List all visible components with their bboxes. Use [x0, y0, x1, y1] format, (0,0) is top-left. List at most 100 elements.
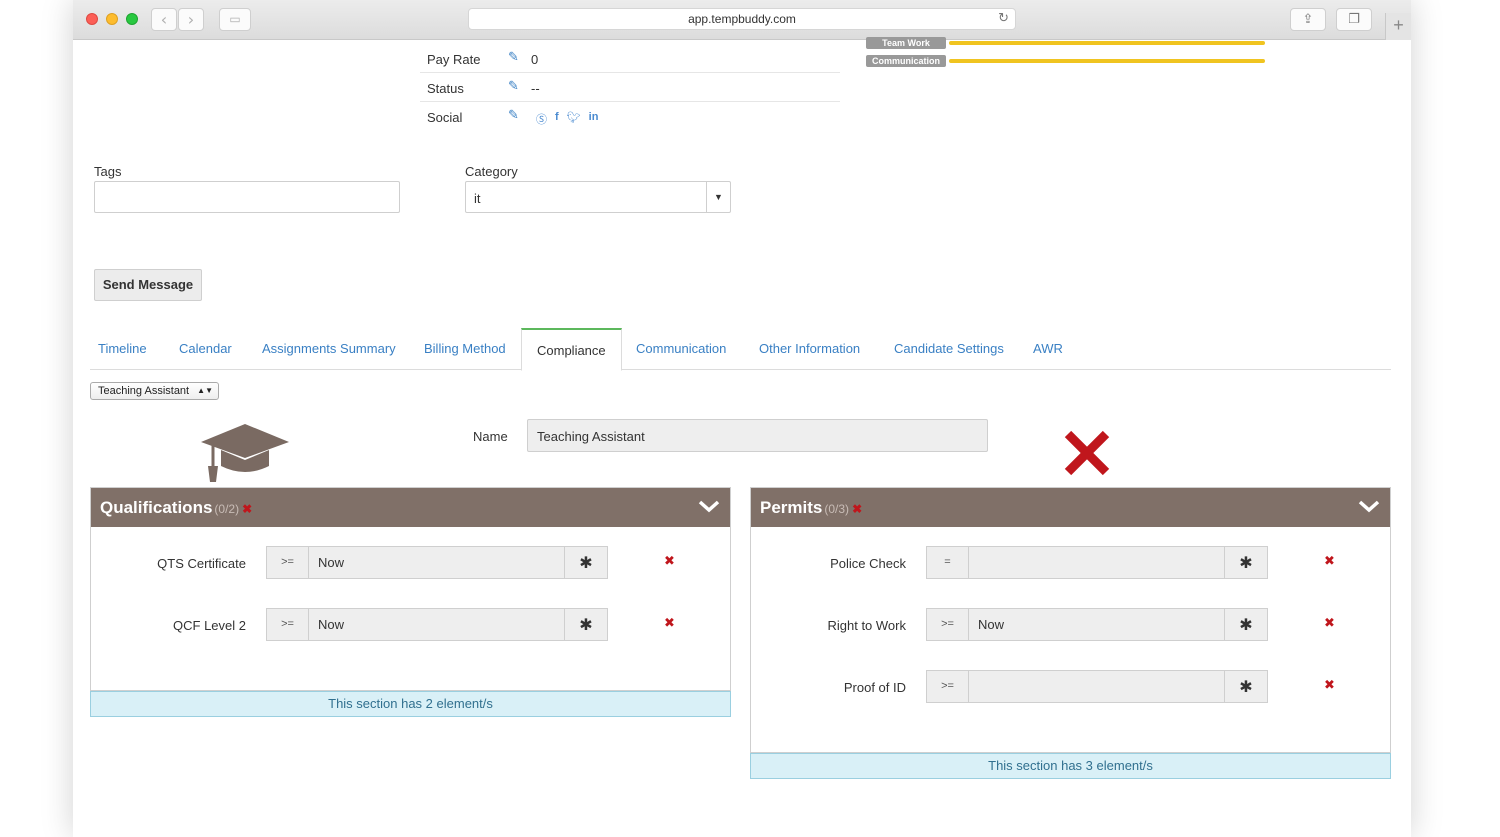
minimize-window-button[interactable] — [106, 13, 118, 25]
info-row-status: Status ✎ -- — [420, 73, 840, 102]
sidebar-toggle-icon[interactable]: ▭ — [219, 8, 251, 31]
tab-assignments-summary[interactable]: Assignments Summary — [254, 328, 404, 370]
maximize-window-button[interactable] — [126, 13, 138, 25]
info-value: 0 — [531, 52, 539, 67]
tabs-overview-icon[interactable]: ❐ — [1336, 8, 1372, 31]
requirement-row: Police Check = ✱ ✖ — [751, 546, 1390, 580]
chevron-down-icon[interactable] — [1358, 497, 1380, 515]
panel-count: (0/2) — [214, 502, 240, 516]
operator-select[interactable]: >= — [926, 608, 969, 641]
skill-bar — [949, 41, 1265, 45]
delete-icon[interactable]: ✖ — [664, 616, 675, 631]
forward-icon[interactable]: › — [178, 8, 204, 31]
tab-candidate-settings[interactable]: Candidate Settings — [886, 328, 1012, 370]
permits-panel: Permits (0/3) ✖ Police Check = ✱ ✖ Right t… — [750, 487, 1391, 779]
delete-icon[interactable]: ✖ — [1324, 678, 1335, 693]
asterisk-icon[interactable]: ✱ — [1224, 546, 1268, 579]
info-row-social: Social ✎ Ⓢ f 🐦︎ in — [420, 102, 840, 131]
skill-label: Team Work — [866, 37, 946, 49]
qualifications-panel: Qualifications (0/2) ✖ QTS Certificate >= … — [90, 487, 731, 717]
requirement-row: Proof of ID >= ✱ ✖ — [751, 670, 1390, 704]
asterisk-icon[interactable]: ✱ — [564, 608, 608, 641]
requirement-label: QTS Certificate — [157, 556, 246, 571]
caret-down-icon[interactable]: ▼ — [706, 182, 730, 212]
close-window-button[interactable] — [86, 13, 98, 25]
date-input[interactable]: Now — [308, 546, 565, 579]
asterisk-icon[interactable]: ✱ — [1224, 670, 1268, 703]
share-icon[interactable]: ⇪ — [1290, 8, 1326, 31]
panel-title: Qualifications (0/2) ✖ — [100, 498, 252, 518]
requirement-label: Proof of ID — [843, 680, 906, 695]
tab-timeline[interactable]: Timeline — [90, 328, 155, 370]
panel-header[interactable]: Qualifications (0/2) ✖ — [91, 488, 730, 527]
requirement-row: Right to Work >= Now ✱ ✖ — [751, 608, 1390, 642]
panel-title: Permits (0/3) ✖ — [760, 498, 862, 518]
operator-select[interactable]: >= — [926, 670, 969, 703]
browser-toolbar: ‹ › ▭ app.tempbuddy.com ↻ ⇪ ❐ + — [73, 0, 1411, 40]
requirement-row: QTS Certificate >= Now ✱ ✖ — [91, 546, 730, 580]
section-count-notice: This section has 2 element/s — [90, 691, 731, 717]
requirement-label: Police Check — [830, 556, 906, 571]
panel-count: (0/3) — [824, 502, 850, 516]
date-input[interactable]: Now — [308, 608, 565, 641]
profile-info-table: Pay Rate ✎ 0 Status ✎ -- Social ✎ Ⓢ f 🐦︎… — [420, 44, 840, 131]
requirement-label: Right to Work — [827, 618, 906, 633]
new-tab-icon[interactable]: + — [1385, 13, 1411, 40]
operator-select[interactable]: >= — [266, 546, 309, 579]
delete-icon[interactable]: ✖ — [664, 554, 675, 569]
tags-label: Tags — [94, 164, 122, 179]
category-select[interactable]: it ▼ — [465, 181, 731, 213]
cross-icon — [1064, 430, 1110, 476]
name-input[interactable]: Teaching Assistant — [527, 419, 988, 452]
skill-bar — [949, 59, 1265, 63]
info-row-pay-rate: Pay Rate ✎ 0 — [420, 44, 840, 73]
asterisk-icon[interactable]: ✱ — [1224, 608, 1268, 641]
date-input[interactable] — [968, 546, 1225, 579]
info-label: Social — [427, 110, 463, 125]
info-value: -- — [531, 81, 540, 96]
info-label: Status — [427, 81, 464, 96]
profile-tabs: Timeline Calendar Assignments Summary Bi… — [90, 328, 1391, 371]
tab-calendar[interactable]: Calendar — [171, 328, 240, 370]
social-icons: Ⓢ f 🐦︎ in — [536, 111, 598, 127]
section-count-notice: This section has 3 element/s — [750, 753, 1391, 779]
date-input[interactable] — [968, 670, 1225, 703]
tab-awr[interactable]: AWR — [1025, 328, 1071, 370]
facebook-icon[interactable]: f — [555, 111, 559, 127]
remove-icon[interactable]: ✖ — [852, 502, 862, 516]
category-label: Category — [465, 164, 518, 179]
edit-icon[interactable]: ✎ — [508, 50, 519, 65]
role-select[interactable]: Teaching Assistant ▲▼ — [90, 382, 219, 400]
delete-icon[interactable]: ✖ — [1324, 616, 1335, 631]
graduation-cap-icon — [201, 424, 289, 482]
asterisk-icon[interactable]: ✱ — [564, 546, 608, 579]
send-message-button[interactable]: Send Message — [94, 269, 202, 301]
remove-icon[interactable]: ✖ — [242, 502, 252, 516]
panel-header[interactable]: Permits (0/3) ✖ — [751, 488, 1390, 527]
edit-icon[interactable]: ✎ — [508, 79, 519, 94]
panel-title-text: Permits — [760, 498, 823, 517]
address-bar[interactable]: app.tempbuddy.com ↻ — [468, 8, 1016, 30]
requirement-row: QCF Level 2 >= Now ✱ ✖ — [91, 608, 730, 642]
url-text: app.tempbuddy.com — [688, 12, 796, 26]
twitter-icon[interactable]: 🐦︎ — [567, 111, 581, 127]
edit-icon[interactable]: ✎ — [508, 108, 519, 123]
back-icon[interactable]: ‹ — [151, 8, 177, 31]
linkedin-icon[interactable]: in — [589, 111, 599, 127]
tab-billing-method[interactable]: Billing Method — [416, 328, 514, 370]
panel-title-text: Qualifications — [100, 498, 213, 517]
updown-caret-icon: ▲▼ — [197, 386, 213, 395]
operator-select[interactable]: = — [926, 546, 969, 579]
delete-icon[interactable]: ✖ — [1324, 554, 1335, 569]
role-select-value: Teaching Assistant — [98, 385, 190, 397]
tab-communication[interactable]: Communication — [628, 328, 734, 370]
tab-other-information[interactable]: Other Information — [751, 328, 868, 370]
chevron-down-icon[interactable] — [698, 497, 720, 515]
browser-window: ‹ › ▭ app.tempbuddy.com ↻ ⇪ ❐ + Pay Rate… — [73, 0, 1411, 837]
skype-icon[interactable]: Ⓢ — [536, 111, 547, 127]
tab-compliance[interactable]: Compliance — [521, 328, 622, 371]
tags-input[interactable] — [94, 181, 400, 213]
operator-select[interactable]: >= — [266, 608, 309, 641]
date-input[interactable]: Now — [968, 608, 1225, 641]
reload-icon[interactable]: ↻ — [998, 9, 1009, 29]
